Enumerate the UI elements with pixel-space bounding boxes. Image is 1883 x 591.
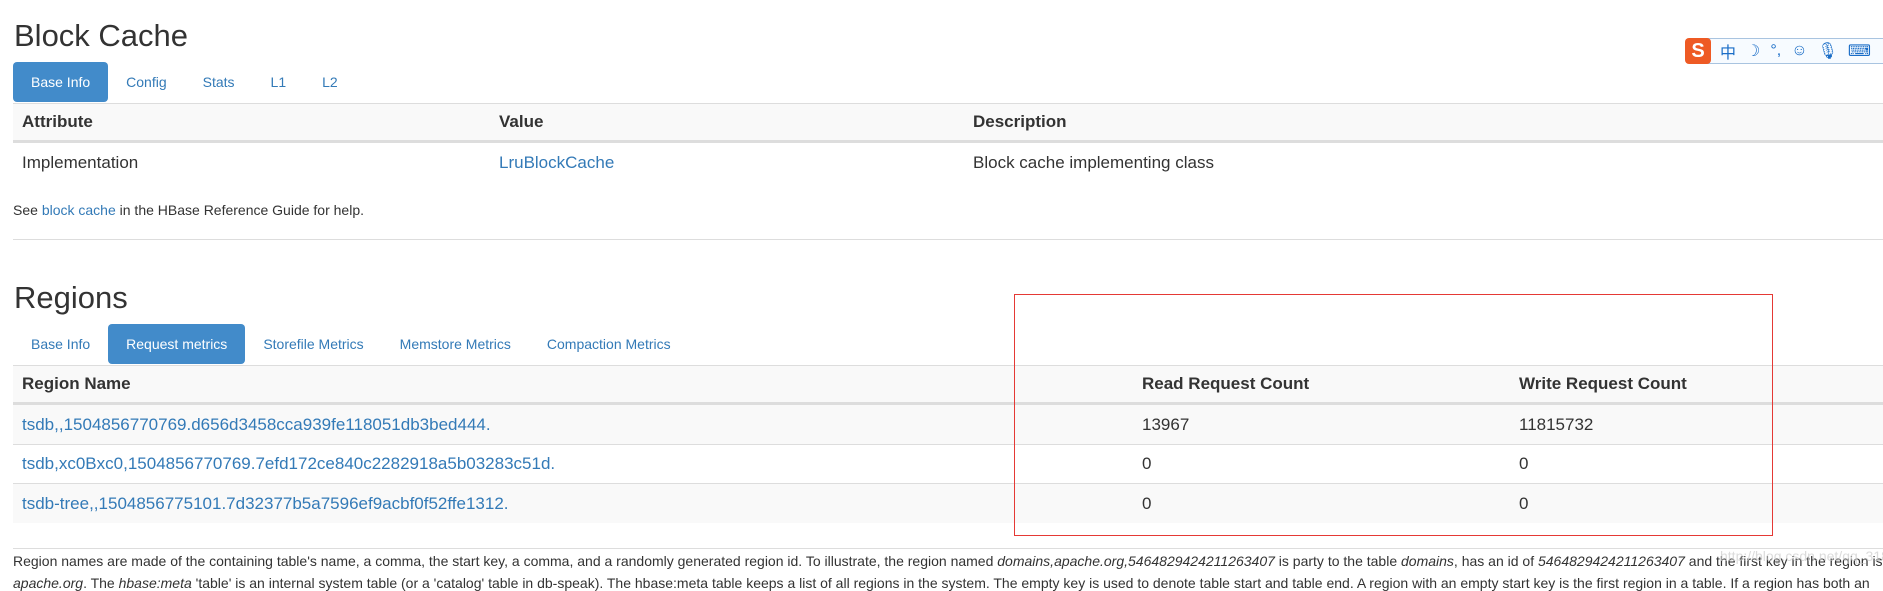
tab-base-info[interactable]: Base Info	[13, 324, 108, 364]
region-link[interactable]: tsdb-tree,,1504856775101.7d32377b5a7596e…	[22, 494, 509, 514]
tab-l2[interactable]: L2	[304, 62, 356, 102]
region-link[interactable]: tsdb,xc0Bxc0,1504856770769.7efd172ce840c…	[22, 454, 555, 474]
tab-l1[interactable]: L1	[253, 62, 305, 102]
regions-title: Regions	[14, 280, 128, 315]
block-cache-title: Block Cache	[14, 18, 189, 53]
col-value: Value	[499, 112, 544, 131]
tab-memstore-metrics[interactable]: Memstore Metrics	[382, 324, 529, 364]
read-count: 0	[1142, 493, 1152, 513]
emoji-icon[interactable]: ☺	[1791, 42, 1807, 60]
tab-request-metrics[interactable]: Request metrics	[108, 324, 246, 364]
table-row: tsdb-tree,,1504856775101.7d32377b5a7596e…	[13, 483, 1883, 523]
regions-tabs: Base Info Request metrics Storefile Metr…	[13, 324, 689, 364]
regions-table: Region Name Read Request Count Write Req…	[13, 365, 1883, 523]
keyboard-icon[interactable]: ⌨	[1848, 41, 1871, 61]
read-count: 13967	[1142, 414, 1190, 434]
read-count: 0	[1142, 454, 1152, 473]
regions-description-line1: Region names are made of the containing …	[13, 553, 1883, 569]
block-cache-tabs: Base Info Config Stats L1 L2	[13, 62, 356, 102]
col-region-name: Region Name	[22, 374, 131, 393]
tab-compaction-metrics[interactable]: Compaction Metrics	[529, 324, 689, 364]
write-count: 11815732	[1519, 414, 1594, 434]
punctuation-icon[interactable]: °,	[1770, 42, 1781, 60]
watermark: http://blog.csdn.net/qq_31806205	[1720, 548, 1883, 564]
attribute-cell: Implementation	[22, 152, 139, 172]
note-text: See	[13, 202, 42, 218]
ime-toolbar: S 中 ☽ °, ☺ 🎙 ⌨ 👤	[1685, 38, 1883, 64]
write-count: 0	[1519, 454, 1529, 473]
moon-icon[interactable]: ☽	[1746, 41, 1760, 61]
tab-storefile-metrics[interactable]: Storefile Metrics	[245, 324, 381, 364]
chinese-mode-icon[interactable]: 中	[1720, 39, 1736, 63]
write-count: 0	[1519, 493, 1529, 513]
divider	[13, 239, 1883, 240]
table-header: Attribute Value Description	[13, 103, 1883, 142]
block-cache-link[interactable]: block cache	[42, 202, 116, 218]
col-attribute: Attribute	[22, 112, 93, 131]
block-cache-note: See block cache in the HBase Reference G…	[13, 202, 364, 218]
region-link[interactable]: tsdb,,1504856770769.d656d3458cca939fe118…	[22, 415, 491, 435]
col-description: Description	[973, 112, 1067, 131]
table-row: tsdb,xc0Bxc0,1504856770769.7efd172ce840c…	[13, 444, 1883, 483]
value-link[interactable]: LruBlockCache	[499, 153, 614, 173]
table-header: Region Name Read Request Count Write Req…	[13, 365, 1883, 404]
table-row: tsdb,,1504856770769.d656d3458cca939fe118…	[13, 404, 1883, 444]
tab-base-info[interactable]: Base Info	[13, 62, 109, 102]
description-cell: Block cache implementing class	[973, 152, 1214, 172]
tab-stats[interactable]: Stats	[185, 62, 253, 102]
tab-config[interactable]: Config	[108, 62, 184, 102]
block-cache-table: Attribute Value Description Implementati…	[13, 103, 1883, 182]
table-row: Implementation LruBlockCache Block cache…	[13, 142, 1883, 182]
microphone-icon[interactable]: 🎙	[1818, 41, 1838, 61]
note-text: in the HBase Reference Guide for help.	[115, 202, 365, 218]
col-read-request-count: Read Request Count	[1142, 374, 1310, 393]
divider	[13, 548, 1883, 549]
sogou-logo-icon[interactable]: S	[1685, 38, 1711, 64]
col-write-request-count: Write Request Count	[1519, 374, 1687, 393]
